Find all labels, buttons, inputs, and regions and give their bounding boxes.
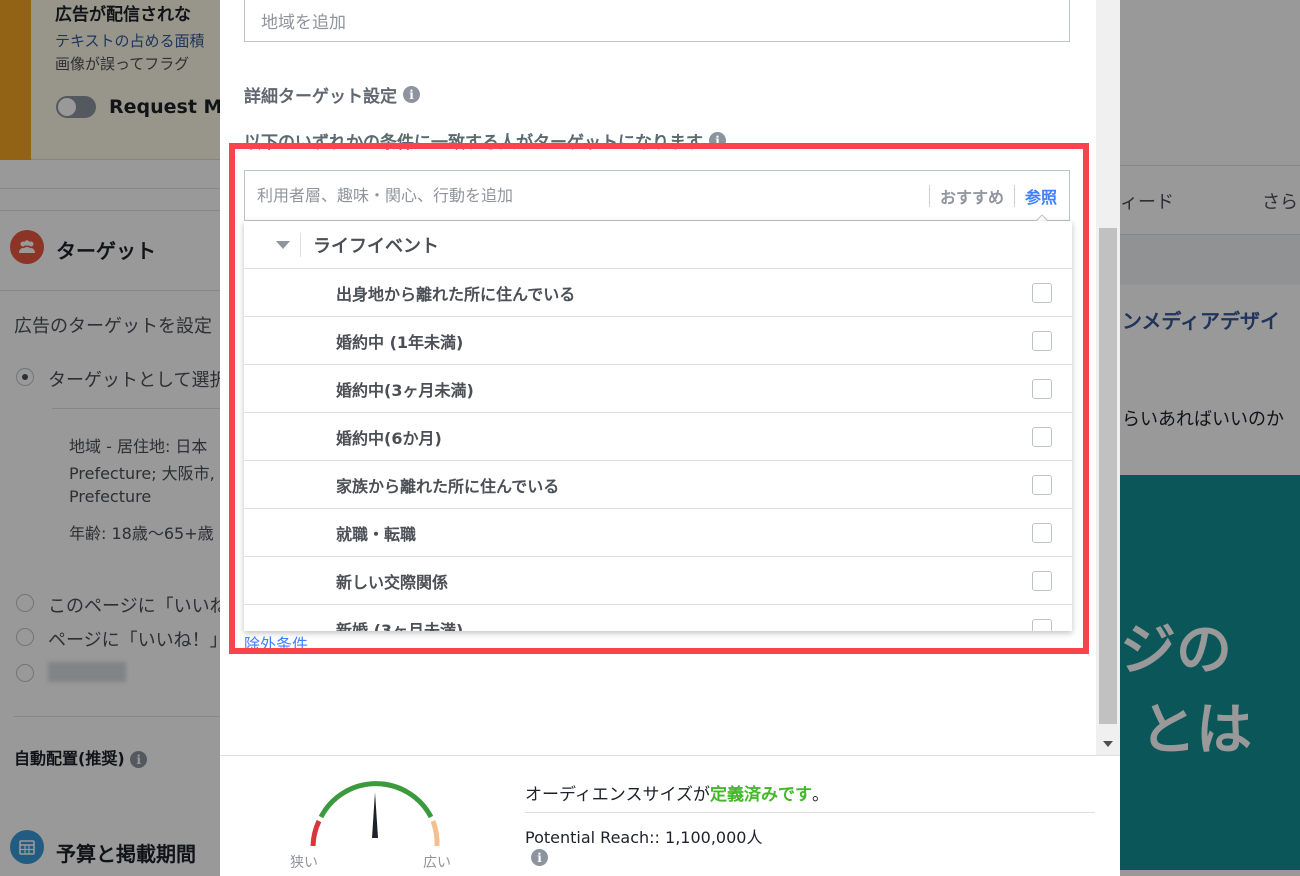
info-icon[interactable]: i — [531, 849, 548, 866]
exclude-link[interactable]: 除外条件 — [244, 631, 308, 655]
match-label-text: 以下のいずれかの条件に一致する人がターゲットになります — [244, 133, 703, 153]
list-item[interactable]: 就職・転職 — [244, 509, 1072, 557]
collapse-arrow-icon[interactable] — [276, 240, 290, 249]
footer-divider — [525, 812, 1095, 813]
list-item-checkbox[interactable] — [1032, 378, 1052, 399]
audience-suffix: 。 — [811, 785, 829, 805]
list-item-checkbox[interactable] — [1032, 570, 1052, 591]
list-item-checkbox[interactable] — [1032, 282, 1052, 303]
list-item-checkbox[interactable] — [1032, 330, 1052, 351]
category-life-events[interactable]: ライフイベント — [244, 221, 1072, 269]
browse-button[interactable]: 参照 — [1015, 184, 1069, 222]
audience-gauge-icon — [310, 781, 440, 847]
audience-modal: 地域を追加 詳細ターゲット設定 i 以下のいずれかの条件に一致する人がターゲット… — [220, 0, 1120, 876]
list-item[interactable]: 出身地から離れた所に住んでいる — [244, 269, 1072, 317]
detail-targeting-label: 詳細ターゲット設定 i — [244, 82, 420, 107]
info-icon[interactable]: i — [403, 86, 420, 103]
category-title: ライフイベント — [313, 235, 439, 257]
list-item-label: 新婚 (3ヶ月未満) — [336, 620, 464, 632]
match-label: 以下のいずれかの条件に一致する人がターゲットになります i — [244, 128, 726, 153]
modal-scrollbar[interactable] — [1096, 0, 1120, 755]
scroll-thumb[interactable] — [1099, 228, 1117, 724]
list-item-checkbox[interactable] — [1032, 474, 1052, 495]
list-item-label: 家族から離れた所に住んでいる — [336, 476, 560, 496]
audience-size-status: オーディエンスサイズが定義済みです。 — [525, 780, 829, 805]
list-item-checkbox[interactable] — [1032, 618, 1052, 631]
list-item-label: 婚約中(3ヶ月未満) — [336, 380, 474, 400]
audience-footer: 狭い 広い オーディエンスサイズが定義済みです。 Potential Reach… — [220, 755, 1120, 876]
audience-defined: 定義済みです — [709, 785, 812, 805]
detail-targeting-text: 詳細ターゲット設定 — [244, 87, 397, 107]
detail-targeting-search: おすすめ 参照 — [244, 170, 1070, 222]
list-item-checkbox[interactable] — [1032, 522, 1052, 543]
category-divider — [300, 232, 301, 257]
browse-label: 参照 — [1024, 187, 1057, 207]
location-input[interactable]: 地域を追加 — [244, 0, 1070, 42]
list-item-label: 出身地から離れた所に住んでいる — [336, 284, 576, 304]
detail-targeting-input[interactable] — [245, 171, 929, 220]
list-item[interactable]: 婚約中 (1年未満) — [244, 317, 1072, 365]
gauge-narrow-label: 狭い — [290, 855, 318, 871]
potential-reach: Potential Reach:: 1,100,000人 — [525, 828, 763, 847]
suggestions-button[interactable]: おすすめ — [930, 184, 1014, 208]
list-item-checkbox[interactable] — [1032, 426, 1052, 447]
list-item-label: 婚約中(6か月) — [336, 428, 442, 448]
scroll-down-icon[interactable] — [1103, 741, 1113, 747]
audience-prefix: オーディエンスサイズが — [525, 785, 710, 805]
gauge-wide-label: 広い — [423, 855, 451, 871]
list-item-label: 新しい交際関係 — [336, 572, 449, 592]
browse-dropdown: ライフイベント 出身地から離れた所に住んでいる 婚約中 (1年未満) 婚約中(3… — [244, 221, 1072, 631]
list-item[interactable]: 新しい交際関係 — [244, 557, 1072, 605]
info-icon[interactable]: i — [709, 132, 726, 149]
list-item[interactable]: 婚約中(3ヶ月未満) — [244, 365, 1072, 413]
list-item-label: 婚約中 (1年未満) — [336, 332, 464, 352]
list-item[interactable]: 婚約中(6か月) — [244, 413, 1072, 461]
list-item-label: 就職・転職 — [336, 524, 417, 544]
list-item[interactable]: 新婚 (3ヶ月未満) — [244, 605, 1072, 631]
list-item[interactable]: 家族から離れた所に住んでいる — [244, 461, 1072, 509]
